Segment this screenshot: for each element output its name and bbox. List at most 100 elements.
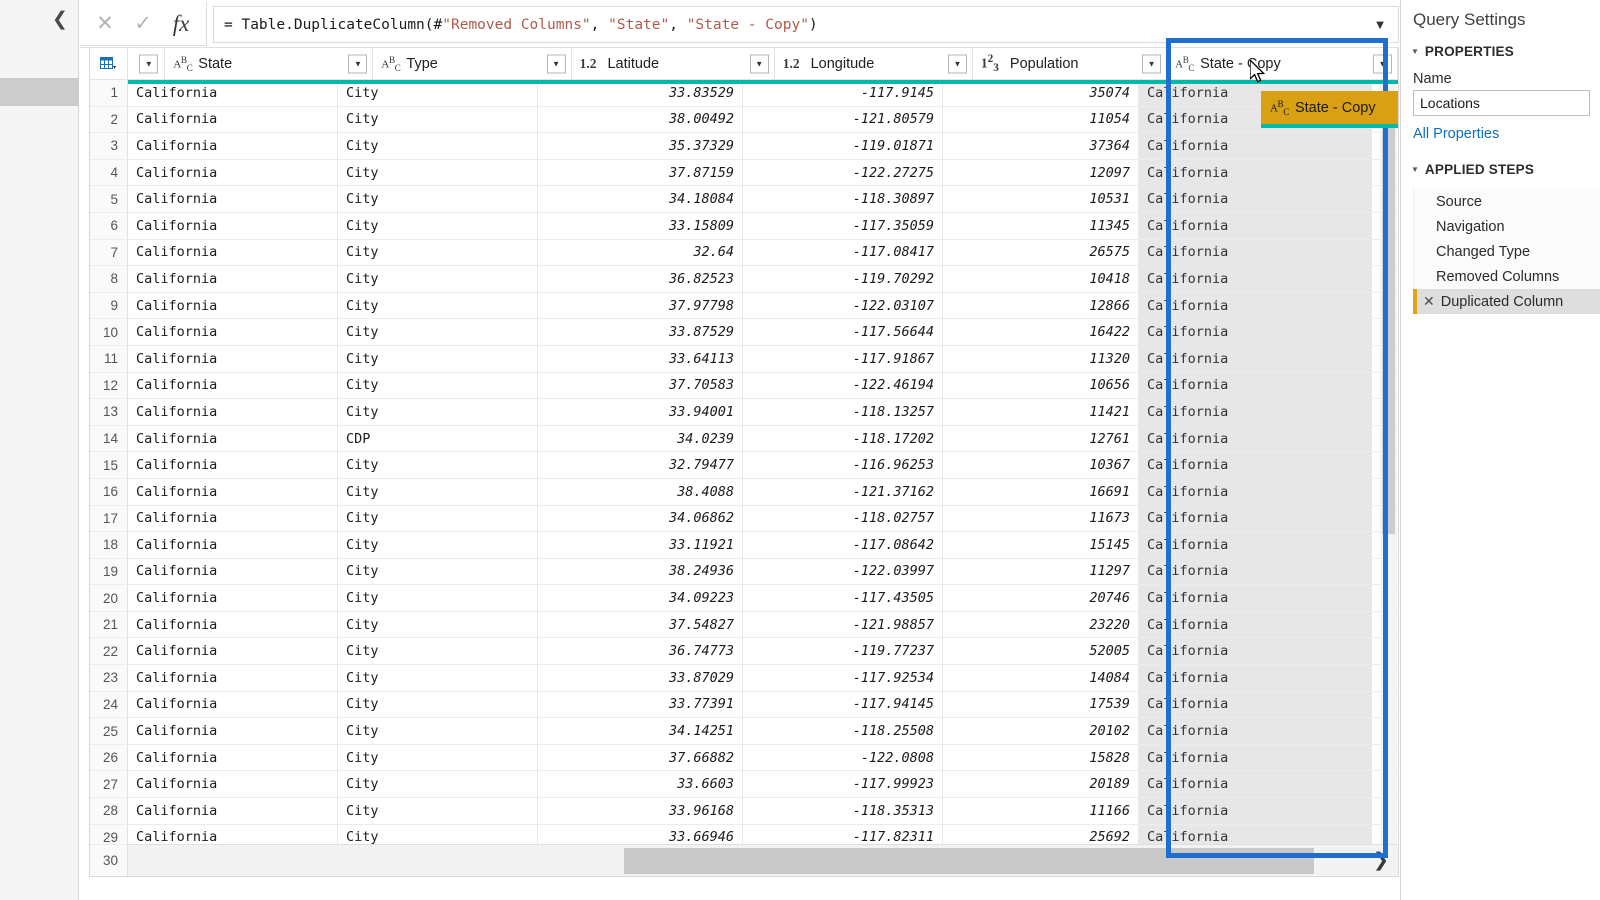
table-row[interactable]: 14 California CDP 34.0239 -118.17202 12761 Cal… [90, 425, 1398, 453]
cell-state[interactable]: California [128, 266, 338, 292]
applied-step-navigation[interactable]: Navigation [1414, 214, 1600, 239]
cell-population[interactable]: 16422 [943, 319, 1139, 345]
cell-state-copy[interactable]: California [1139, 558, 1372, 585]
column-header-longitude[interactable]: 1.2 Longitude ▼ [774, 48, 973, 79]
horizontal-scrollbar-track[interactable] [124, 845, 1364, 877]
table-row[interactable]: 8 California City 36.82523 -119.70292 10418 Ca… [90, 266, 1398, 293]
accept-icon[interactable]: ✓ [124, 4, 162, 44]
cell-population[interactable]: 15145 [943, 532, 1139, 558]
cell-state-copy[interactable]: California [1139, 425, 1372, 452]
cell-longitude[interactable]: -119.77237 [743, 638, 943, 665]
vertical-scrollbar-thumb[interactable] [1382, 114, 1395, 534]
chevron-down-icon[interactable]: ▼ [1362, 7, 1398, 42]
cell-state-copy[interactable]: California [1139, 319, 1372, 345]
cell-latitude[interactable]: 34.0239 [538, 425, 743, 452]
cell-latitude[interactable]: 33.77391 [538, 691, 743, 718]
selected-query-indicator[interactable] [0, 78, 79, 106]
collapse-caret-icon[interactable]: ▼ [1411, 47, 1419, 56]
cell-population[interactable]: 20102 [943, 718, 1139, 744]
cell-type[interactable]: City [338, 478, 538, 505]
table-row[interactable]: 13 California City 33.94001 -118.13257 11421 C… [90, 399, 1398, 426]
table-row[interactable]: 10 California City 33.87529 -117.56644 16422 C… [90, 319, 1398, 346]
table-row[interactable]: 11 California City 33.64113 -117.91867 11320 C… [90, 345, 1398, 373]
cell-longitude[interactable]: -121.80579 [743, 106, 943, 133]
cell-state[interactable]: California [128, 771, 338, 798]
cell-latitude[interactable]: 33.87529 [538, 319, 743, 345]
cell-state[interactable]: California [128, 638, 338, 665]
cell-type[interactable]: City [338, 744, 538, 771]
expand-queries-pane-button[interactable]: ❮ [48, 6, 72, 32]
cell-type[interactable]: City [338, 718, 538, 744]
cell-population[interactable]: 17539 [943, 691, 1139, 718]
cell-population[interactable]: 20746 [943, 585, 1139, 611]
cell-state[interactable]: California [128, 133, 338, 159]
cell-state[interactable]: California [128, 505, 338, 532]
cell-population[interactable]: 12866 [943, 292, 1139, 319]
cell-population[interactable]: 37364 [943, 133, 1139, 159]
applied-step-changed-type[interactable]: Changed Type [1414, 239, 1600, 264]
table-row[interactable]: 17 California City 34.06862 -118.02757 11673 C… [90, 505, 1398, 533]
cell-state[interactable]: California [128, 212, 338, 239]
table-row[interactable]: 5 California City 34.18084 -118.30897 10531 Ca… [90, 186, 1398, 213]
table-row[interactable]: 9 California City 37.97798 -122.03107 12866 Ca… [90, 292, 1398, 320]
cell-state[interactable]: California [128, 611, 338, 638]
cell-type[interactable]: City [338, 186, 538, 212]
cell-latitude[interactable]: 34.18084 [538, 186, 743, 212]
cell-state[interactable]: California [128, 718, 338, 744]
cell-state[interactable]: California [128, 532, 338, 558]
cell-type[interactable]: City [338, 106, 538, 133]
cell-longitude[interactable]: -117.08642 [743, 532, 943, 558]
cell-population[interactable]: 10656 [943, 372, 1139, 399]
cell-state[interactable]: California [128, 585, 338, 611]
chevron-down-icon[interactable]: ▼ [546, 54, 566, 73]
cell-state-copy[interactable]: California [1139, 532, 1372, 558]
cell-state-copy[interactable]: California [1139, 718, 1372, 744]
all-properties-link[interactable]: All Properties [1401, 116, 1600, 142]
fx-icon[interactable]: fx [162, 4, 200, 44]
chevron-down-icon[interactable]: ▼ [1373, 54, 1393, 73]
cell-type[interactable]: City [338, 399, 538, 425]
cancel-icon[interactable]: ✕ [86, 4, 124, 44]
table-row[interactable]: 28 California City 33.96168 -118.35313 11166 C… [90, 798, 1398, 825]
cell-latitude[interactable]: 35.37329 [538, 133, 743, 159]
table-row[interactable]: 21 California City 37.54827 -121.98857 23220 C… [90, 611, 1398, 639]
cell-population[interactable]: 11054 [943, 106, 1139, 133]
cell-type[interactable]: City [338, 372, 538, 399]
column-header-population[interactable]: 123 Population ▼ [972, 48, 1168, 79]
column-header-type[interactable]: ABC Type ▼ [373, 48, 572, 79]
cell-population[interactable]: 16691 [943, 478, 1139, 505]
chevron-down-icon[interactable]: ▼ [947, 54, 967, 73]
cell-state[interactable]: California [128, 239, 338, 266]
cell-state[interactable]: California [128, 425, 338, 452]
cell-type[interactable]: City [338, 611, 538, 638]
cell-type[interactable]: City [338, 585, 538, 611]
cell-state-copy[interactable]: California [1139, 186, 1372, 212]
cell-latitude[interactable]: 33.87029 [538, 665, 743, 691]
table-row[interactable]: 7 California City 32.64 -117.08417 26575 Calif… [90, 239, 1398, 267]
cell-population[interactable]: 26575 [943, 239, 1139, 266]
cell-state-copy[interactable]: California [1139, 292, 1372, 319]
column-header-state-copy[interactable]: ABC State - Copy ▼ [1167, 48, 1398, 79]
cell-type[interactable]: City [338, 292, 538, 319]
cell-longitude[interactable]: -117.56644 [743, 319, 943, 345]
cell-population[interactable]: 20189 [943, 771, 1139, 798]
cell-type[interactable]: City [338, 532, 538, 558]
cell-state-copy[interactable]: California [1139, 638, 1372, 665]
cell-state-copy[interactable]: California [1139, 345, 1372, 372]
cell-latitude[interactable]: 37.87159 [538, 159, 743, 186]
cell-type[interactable]: City [338, 638, 538, 665]
cell-longitude[interactable]: -117.35059 [743, 212, 943, 239]
cell-type[interactable]: City [338, 239, 538, 266]
cell-longitude[interactable]: -118.30897 [743, 186, 943, 212]
horizontal-scrollbar[interactable]: ❮ ❯ [90, 844, 1398, 876]
cell-population[interactable]: 23220 [943, 611, 1139, 638]
applied-step-source[interactable]: Source [1414, 189, 1600, 214]
selected-column-header-state-copy[interactable]: ABC State - Copy ▼ [1261, 91, 1398, 124]
cell-longitude[interactable]: -117.91867 [743, 345, 943, 372]
table-row[interactable]: 15 California City 32.79477 -116.96253 10367 C… [90, 452, 1398, 479]
cell-state-copy[interactable]: California [1139, 691, 1372, 718]
chevron-down-icon[interactable]: ▼ [749, 54, 769, 73]
cell-state-copy[interactable]: California [1139, 239, 1372, 266]
cell-latitude[interactable]: 38.00492 [538, 106, 743, 133]
cell-latitude[interactable]: 32.79477 [538, 452, 743, 478]
